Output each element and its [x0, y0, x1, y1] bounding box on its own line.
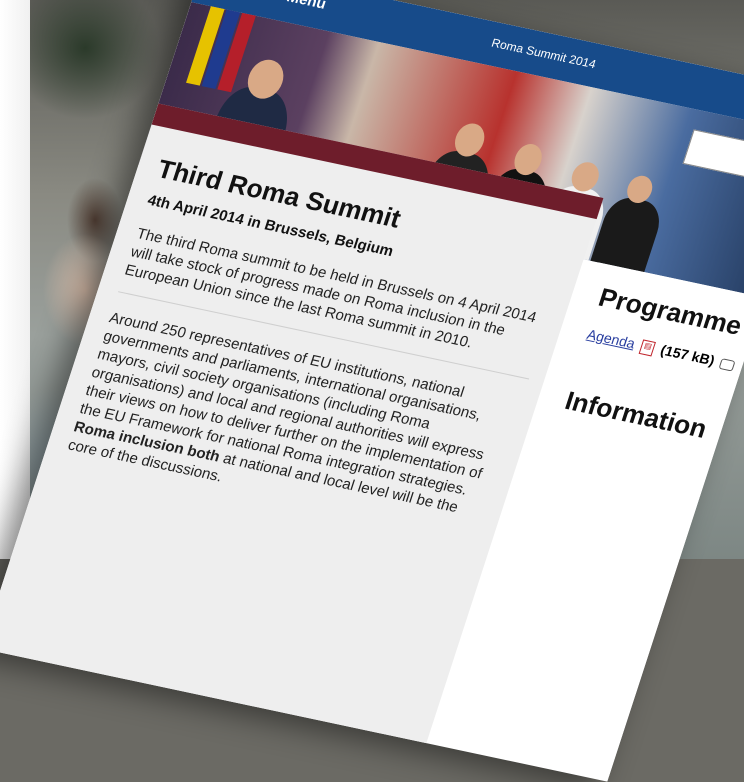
pdf-icon: ▤ — [638, 339, 657, 357]
left-edge-strip — [0, 0, 30, 559]
site-title: Roma Summit 2014 — [489, 35, 598, 72]
menu-link[interactable]: Menu — [285, 0, 329, 13]
background-foliage — [10, 0, 160, 120]
